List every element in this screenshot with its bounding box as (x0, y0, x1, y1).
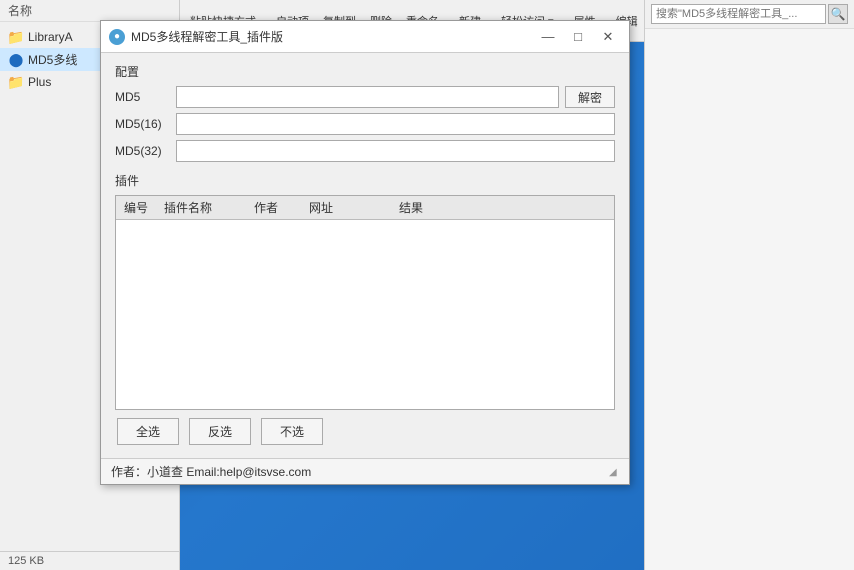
dialog-icon: ● (109, 29, 125, 45)
md5-16-input[interactable] (176, 113, 615, 135)
author-text: 作者：小道查 Email:help@itsvse.com (111, 463, 311, 480)
deselect-button[interactable]: 不选 (261, 418, 323, 445)
md5-32-label: MD5(32) (115, 144, 170, 158)
md5-32-field-row: MD5(32) (115, 140, 615, 162)
folder-icon: 📁 (8, 74, 24, 90)
md5-16-label: MD5(16) (115, 117, 170, 131)
col-header-url: 网址 (305, 199, 395, 216)
window-controls: — □ ✕ (535, 27, 621, 47)
plugin-table-header: 编号 插件名称 作者 网址 结果 (116, 196, 614, 220)
md5-label: MD5 (115, 90, 170, 104)
item-label: MD5多线 (28, 51, 77, 68)
resize-handle[interactable]: ◢ (609, 467, 619, 477)
search-bar: 🔍 (645, 0, 854, 29)
md5-input[interactable] (176, 86, 559, 108)
maximize-button[interactable]: □ (565, 27, 591, 47)
config-section-label: 配置 (115, 63, 615, 80)
tool-icon: ⬤ (8, 52, 24, 68)
plugin-table: 编号 插件名称 作者 网址 结果 (115, 195, 615, 410)
name-column-header: 名称 (8, 2, 171, 19)
col-header-name: 插件名称 (160, 199, 250, 216)
file-size: 125 KB (8, 555, 44, 567)
dialog-title: MD5多线程解密工具_插件版 (131, 28, 535, 45)
col-header-num: 编号 (120, 199, 160, 216)
dialog-content: 配置 MD5 解密 MD5(16) MD5(32) 插件 (101, 53, 629, 455)
decrypt-button[interactable]: 解密 (565, 86, 615, 108)
col-header-author: 作者 (250, 199, 305, 216)
dialog-footer: 作者：小道查 Email:help@itsvse.com ◢ (101, 458, 629, 484)
close-button[interactable]: ✕ (595, 27, 621, 47)
item-label: Plus (28, 75, 51, 89)
md5-dialog: ● MD5多线程解密工具_插件版 — □ ✕ 配置 MD5 解密 MD5(16) (100, 20, 630, 485)
plugin-section-label: 插件 (115, 172, 615, 189)
plugin-table-body (116, 220, 614, 224)
column-header: 名称 (0, 0, 179, 22)
folder-icon: 📁 (8, 29, 24, 45)
search-button[interactable]: 🔍 (828, 4, 848, 24)
md5-32-input[interactable] (176, 140, 615, 162)
right-panel: 🔍 (644, 0, 854, 570)
select-all-button[interactable]: 全选 (117, 418, 179, 445)
invert-button[interactable]: 反选 (189, 418, 251, 445)
col-header-result: 结果 (395, 199, 475, 216)
search-input[interactable] (651, 4, 826, 24)
dialog-titlebar: ● MD5多线程解密工具_插件版 — □ ✕ (101, 21, 629, 53)
status-bar: 125 KB (0, 551, 179, 570)
md5-field-row: MD5 解密 (115, 86, 615, 108)
plugin-section: 插件 编号 插件名称 作者 网址 结果 (115, 172, 615, 410)
md5-16-field-row: MD5(16) (115, 113, 615, 135)
item-label: LibraryA (28, 30, 73, 44)
bottom-buttons: 全选 反选 不选 (115, 418, 615, 445)
config-section: 配置 MD5 解密 MD5(16) MD5(32) (115, 63, 615, 162)
minimize-button[interactable]: — (535, 27, 561, 47)
